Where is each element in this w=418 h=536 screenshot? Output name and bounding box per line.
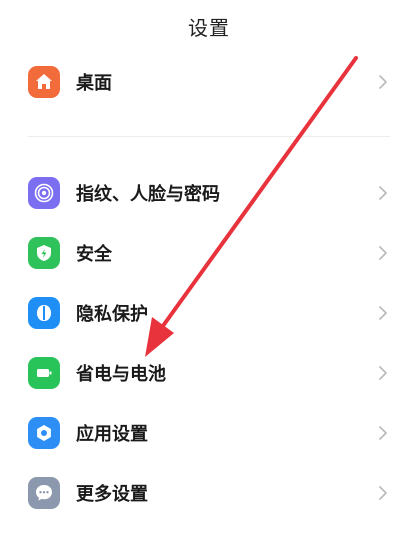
- chevron-right-icon: [379, 186, 387, 200]
- settings-item-label: 指纹、人脸与密码: [76, 184, 220, 205]
- settings-item-desktop[interactable]: 桌面: [0, 52, 418, 112]
- settings-item-label: 安全: [76, 244, 112, 265]
- privacy-icon: [28, 297, 60, 329]
- settings-item-privacy[interactable]: 隐私保护: [0, 283, 418, 343]
- chevron-right-icon: [379, 246, 387, 260]
- settings-item-app-settings[interactable]: 应用设置: [0, 403, 418, 463]
- section-divider: [28, 136, 390, 137]
- chevron-right-icon: [379, 486, 387, 500]
- settings-item-label: 应用设置: [76, 424, 148, 445]
- settings-item-label: 桌面: [76, 73, 112, 94]
- settings-item-more[interactable]: 更多设置: [0, 463, 418, 523]
- page-title: 设置: [188, 15, 230, 40]
- chevron-right-icon: [379, 366, 387, 380]
- app-settings-icon: [28, 417, 60, 449]
- more-icon: [28, 477, 60, 509]
- settings-item-battery[interactable]: 省电与电池: [0, 343, 418, 403]
- chevron-right-icon: [379, 306, 387, 320]
- settings-item-label: 更多设置: [76, 484, 148, 505]
- settings-item-fingerprint[interactable]: 指纹、人脸与密码: [0, 163, 418, 223]
- chevron-right-icon: [379, 75, 387, 89]
- battery-icon: [28, 357, 60, 389]
- fingerprint-icon: [28, 177, 60, 209]
- chevron-right-icon: [379, 426, 387, 440]
- shield-icon: [28, 237, 60, 269]
- home-icon: [28, 66, 60, 98]
- settings-item-label: 省电与电池: [76, 364, 166, 385]
- settings-item-security[interactable]: 安全: [0, 223, 418, 283]
- settings-item-label: 隐私保护: [76, 304, 148, 325]
